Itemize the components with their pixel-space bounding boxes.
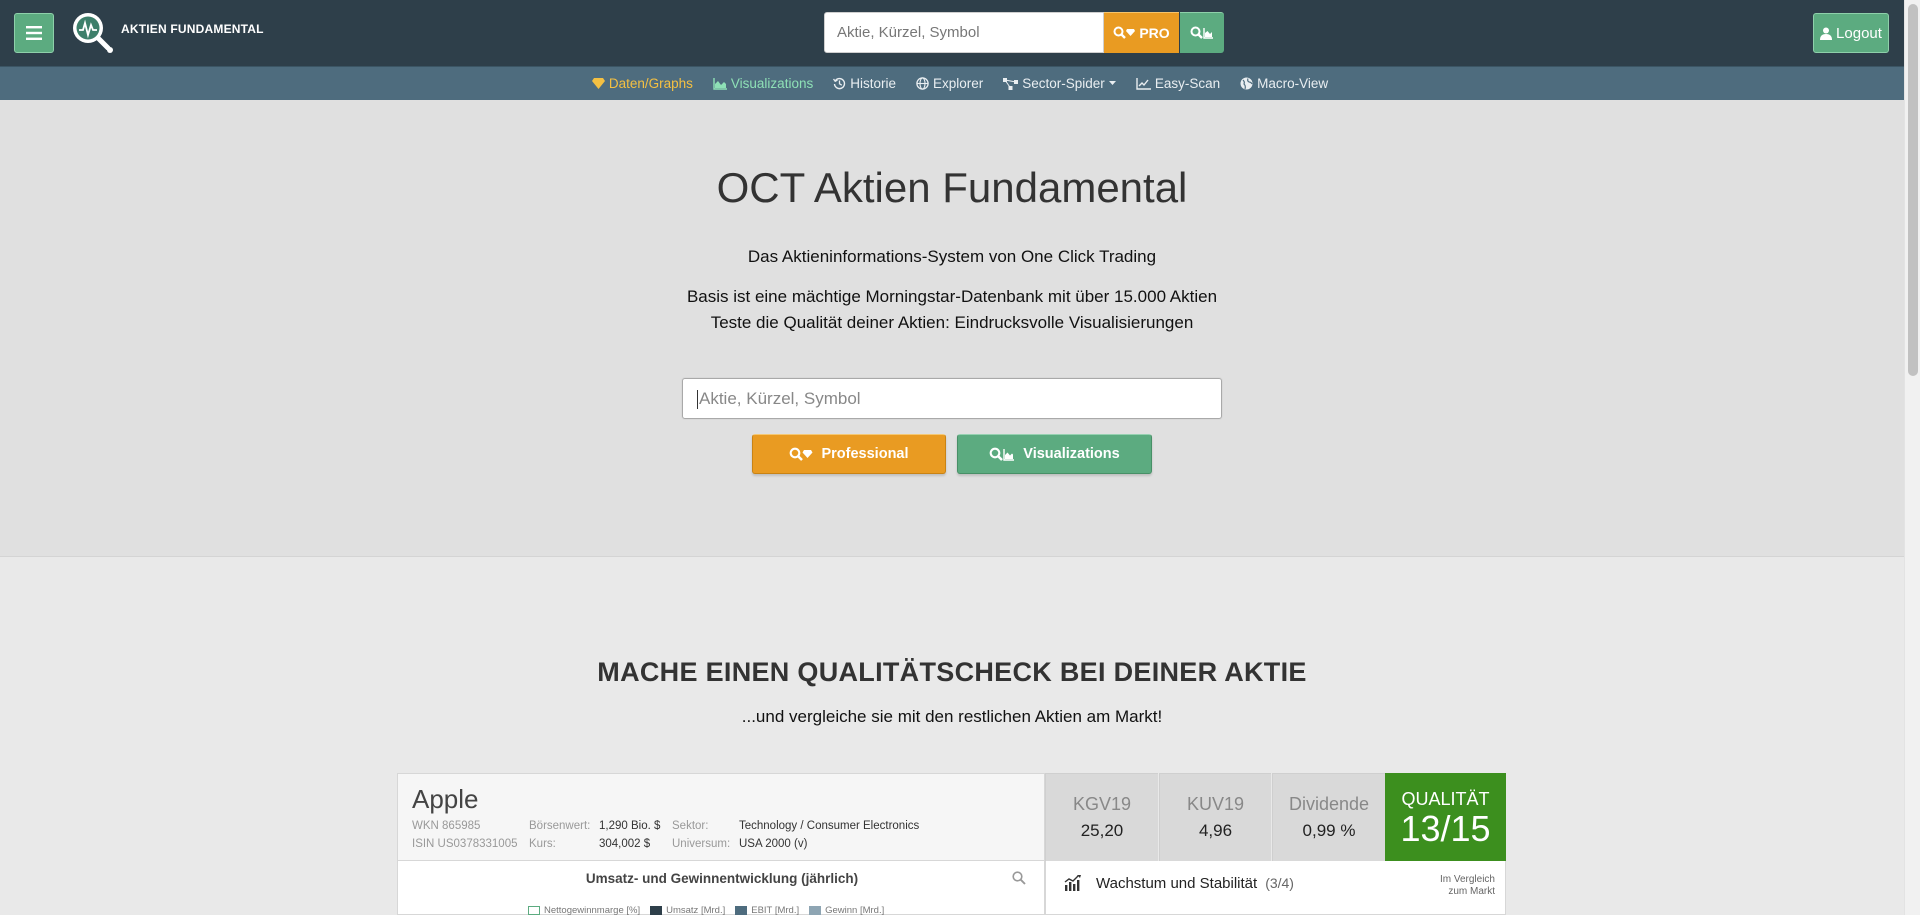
sector-label: Sektor:: [672, 820, 709, 832]
hamburger-icon: [26, 26, 42, 40]
market-cap-value: 1,290 Bio. $: [599, 820, 661, 832]
stock-isin: ISIN US0378331005: [412, 838, 518, 850]
price-value: 304,002 $: [599, 838, 651, 850]
quality-label: QUALITÄT: [1401, 789, 1490, 809]
universe-label: Universum:: [672, 838, 731, 850]
metric-kgv19: KGV19 25,20: [1045, 773, 1158, 861]
visualizations-button[interactable]: Visualizations: [957, 434, 1152, 474]
metric-dividende: Dividende 0,99 %: [1272, 773, 1385, 861]
nav-item-label: Sector-Spider: [1022, 76, 1105, 91]
hero-section: OCT Aktien Fundamental Das Aktieninforma…: [0, 100, 1904, 557]
main-search-input[interactable]: Aktie, Kürzel, Symbol: [682, 378, 1222, 419]
growth-stability-title: Wachstum und Stabilität (3/4): [1096, 875, 1294, 892]
stock-name: Apple: [412, 784, 479, 814]
nav-item-label: Explorer: [932, 76, 984, 91]
metric-kuv19: KUV19 4,96: [1159, 773, 1271, 861]
nav-item-daten-graphs[interactable]: Daten/Graphs: [591, 76, 693, 91]
hero-description-line-1: Basis ist eine mächtige Morningstar-Date…: [686, 287, 1218, 306]
page-scrollbar[interactable]: [1904, 0, 1920, 915]
sitemap-icon: [1003, 77, 1019, 90]
header-search-input[interactable]: Aktie, Kürzel, Symbol: [824, 12, 1104, 53]
nav-item-easy-scan[interactable]: Easy-Scan: [1136, 76, 1220, 91]
legend-item: EBIT [Mrd.]: [735, 905, 799, 915]
nav-item-label: Easy-Scan: [1154, 76, 1221, 91]
globe-icon: [916, 77, 929, 90]
legend-item: Gewinn [Mrd.]: [809, 905, 884, 915]
revenue-profit-panel: Umsatz- und Gewinnentwicklung (jährlich)…: [397, 861, 1045, 915]
hero-tagline: Das Aktieninformations-System von One Cl…: [747, 247, 1157, 266]
text-caret: [697, 390, 698, 410]
search-gem-icon: [790, 447, 813, 461]
main-navigation: Daten/Graphs Visualizations Historie Exp…: [0, 66, 1920, 100]
quality-value: 13/15: [1400, 808, 1491, 849]
universe-value: USA 2000 (v): [739, 838, 808, 850]
caret-down-icon: [1108, 81, 1116, 85]
market-cap-label: Börsenwert:: [529, 820, 591, 832]
metric-value: 4,96: [1198, 821, 1233, 840]
metric-value: 0,99 %: [1302, 821, 1356, 840]
logo-text: AKTIEN FUNDAMENTAL: [121, 22, 264, 36]
search-chart-icon: [1190, 26, 1213, 39]
market-comparison-note: Im Vergleich zum Markt: [1440, 874, 1495, 898]
metric-value: 25,20: [1080, 821, 1124, 840]
page-title: OCT Aktien Fundamental: [716, 164, 1188, 211]
nav-item-visualizations[interactable]: Visualizations: [713, 76, 813, 91]
chart-legend: Nettogewinnmarge [%] Umsatz [Mrd.] EBIT …: [528, 905, 884, 915]
metric-label: Dividende: [1288, 794, 1370, 814]
magnifier-chart-logo-icon: [73, 13, 113, 53]
revenue-profit-title: Umsatz- und Gewinnentwicklung (jährlich): [585, 871, 859, 886]
stock-info-card: Apple WKN 865985 ISIN US0378331005 Börse…: [397, 773, 1045, 861]
bar-chart-icon: [1064, 875, 1081, 891]
line-chart-icon: [1136, 77, 1151, 90]
gem-icon: [591, 78, 605, 89]
nav-item-label: Daten/Graphs: [608, 76, 693, 91]
professional-button[interactable]: Professional: [752, 434, 946, 474]
price-label: Kurs:: [529, 838, 556, 850]
top-header: AKTIEN FUNDAMENTAL Aktie, Kürzel, Symbol…: [0, 0, 1920, 66]
metric-label: KGV19: [1072, 794, 1132, 814]
section-title: MACHE EINEN QUALITÄTSCHECK BEI DEINER AK…: [597, 657, 1307, 687]
growth-stability-label: Wachstum und Stabilität: [1096, 875, 1258, 892]
globe-icon: [1240, 77, 1253, 90]
nav-item-label: Macro-View: [1257, 76, 1329, 91]
search-icon[interactable]: [1012, 871, 1026, 885]
growth-stability-count: (3/4): [1265, 875, 1294, 891]
quality-score-badge: QUALITÄT 13/15: [1385, 773, 1506, 861]
history-icon: [833, 77, 846, 90]
pro-label: PRO: [1139, 25, 1170, 41]
legend-item: Nettogewinnmarge [%]: [528, 905, 640, 915]
hero-description-line-2: Teste die Qualität deiner Aktien: Eindru…: [710, 313, 1194, 332]
legend-item: Umsatz [Mrd.]: [650, 905, 725, 915]
nav-item-label: Historie: [850, 76, 896, 91]
search-chart-icon: [989, 447, 1015, 461]
metric-label: KUV19: [1186, 794, 1245, 814]
area-chart-icon: [713, 77, 727, 90]
stock-wkn: WKN 865985: [412, 820, 481, 832]
section-subtitle: ...und vergleiche sie mit den restlichen…: [741, 707, 1163, 726]
nav-item-explorer[interactable]: Explorer: [916, 76, 983, 91]
professional-button-label: Professional: [821, 446, 909, 462]
header-visualizations-search-button[interactable]: [1180, 12, 1224, 53]
note-line-1: Im Vergleich: [1439, 874, 1495, 885]
visualizations-button-label: Visualizations: [1023, 446, 1120, 462]
user-icon: [1820, 27, 1833, 40]
search-placeholder: Aktie, Kürzel, Symbol: [699, 389, 861, 408]
scrollbar-thumb[interactable]: [1908, 4, 1918, 376]
sector-value: Technology / Consumer Electronics: [739, 820, 920, 832]
header-pro-search-button[interactable]: PRO: [1104, 12, 1179, 53]
logout-label: Logout: [1836, 24, 1882, 42]
nav-item-sector-spider[interactable]: Sector-Spider: [1003, 76, 1116, 91]
app-logo[interactable]: AKTIEN FUNDAMENTAL: [70, 10, 264, 54]
note-line-2: zum Markt: [1448, 886, 1495, 897]
nav-item-label: Visualizations: [730, 76, 814, 91]
search-gem-icon: [1113, 26, 1136, 39]
nav-item-macro-view[interactable]: Macro-View: [1240, 76, 1328, 91]
nav-item-historie[interactable]: Historie: [833, 76, 896, 91]
hamburger-menu-button[interactable]: [14, 13, 54, 53]
logout-button[interactable]: Logout: [1813, 13, 1889, 53]
growth-stability-panel: Wachstum und Stabilität (3/4) Im Vergleic…: [1045, 861, 1506, 915]
